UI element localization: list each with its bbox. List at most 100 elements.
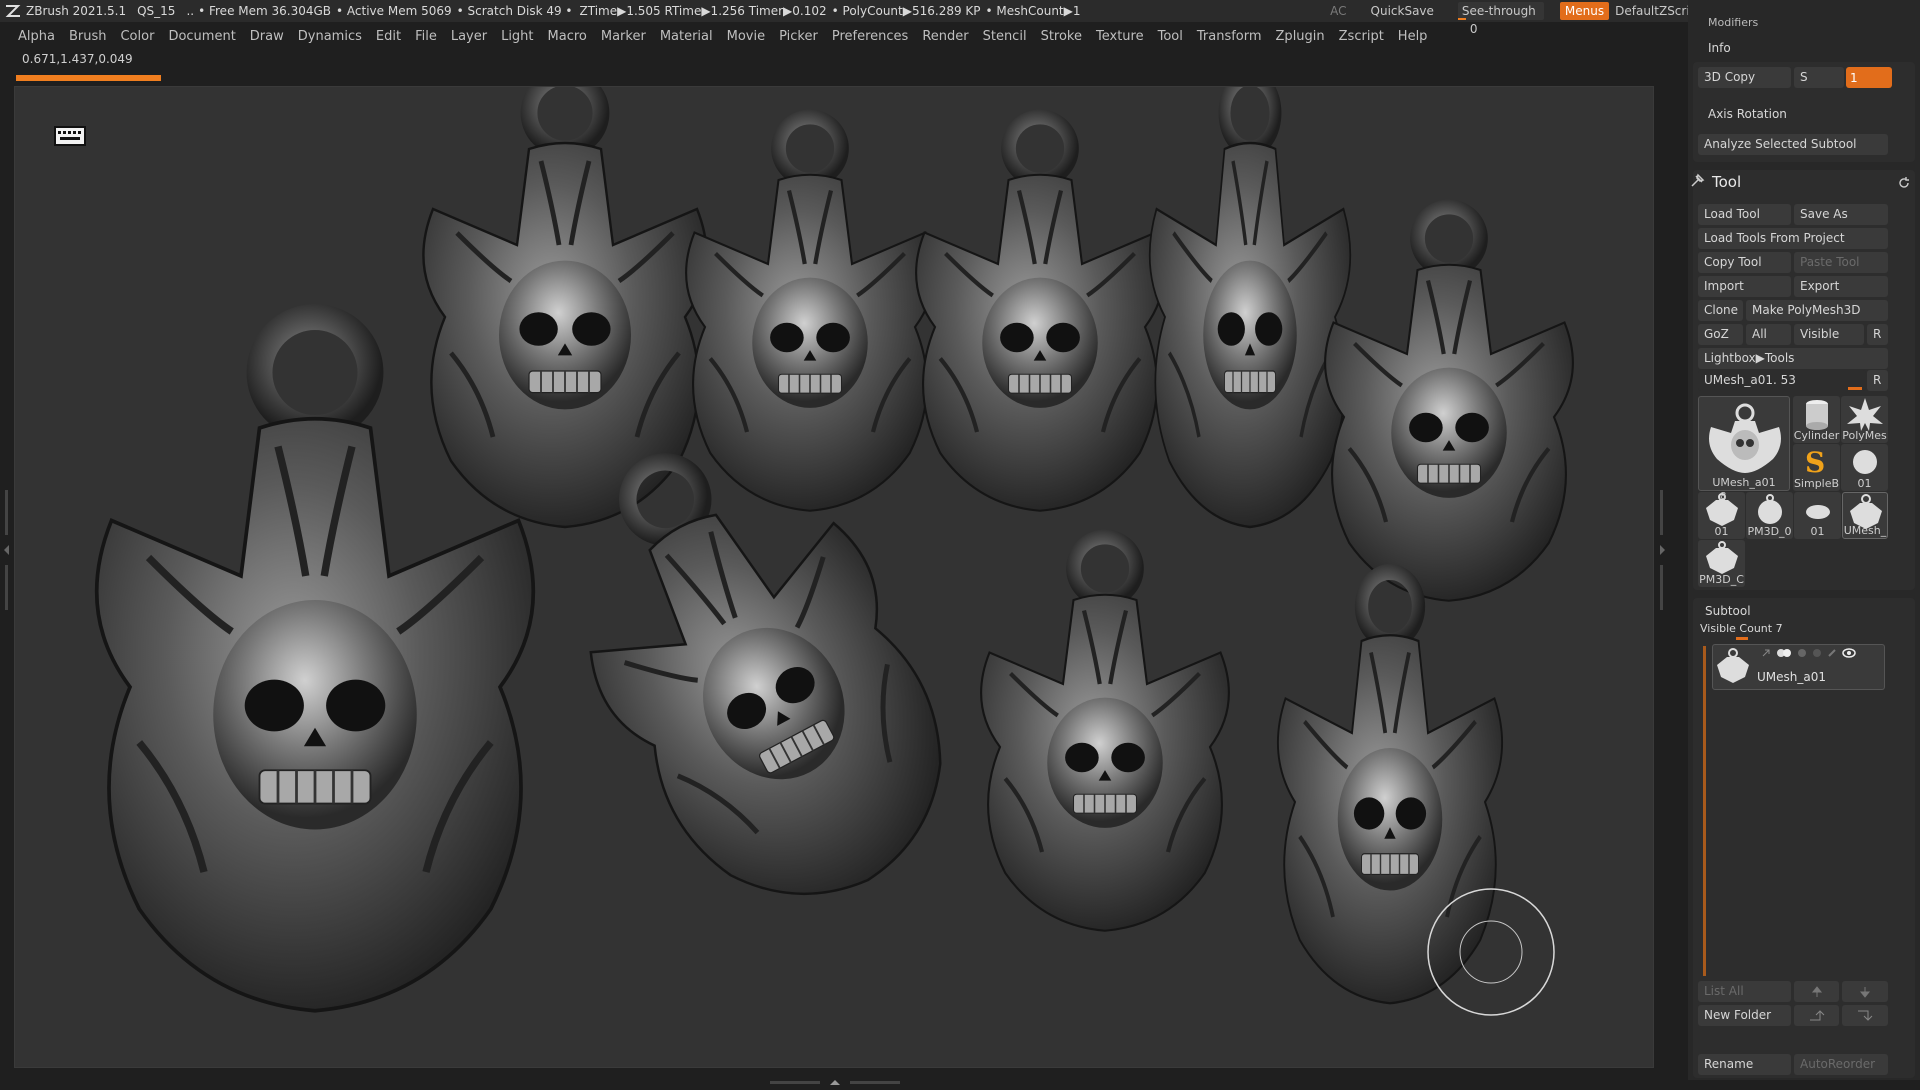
menu-marker[interactable]: Marker (601, 29, 646, 44)
tool-thumb-caption: UMesh_a01 (1712, 476, 1776, 489)
subtool-title[interactable]: Subtool (1705, 604, 1751, 618)
axis-rotation-label[interactable]: Axis Rotation (1708, 107, 1787, 121)
move-down-button[interactable] (1842, 981, 1888, 1002)
move-up-button[interactable] (1794, 981, 1839, 1002)
save-as-button[interactable]: Save As (1794, 204, 1888, 225)
current-tool-slider[interactable]: UMesh_a01. 53 (1698, 370, 1866, 391)
menu-color[interactable]: Color (120, 29, 154, 44)
folder-up-button[interactable] (1794, 1005, 1839, 1026)
lightbox-tools-button[interactable]: Lightbox▶Tools (1698, 348, 1888, 369)
clone-button[interactable]: Clone (1698, 300, 1743, 321)
zbrush-logo-icon (4, 3, 22, 19)
tool-thumb-cylinder[interactable]: Cylinder (1793, 396, 1840, 443)
tool-thumb-umesh[interactable]: UMesh_ (1842, 492, 1888, 539)
paste-tool-button[interactable]: Paste Tool (1794, 252, 1888, 273)
menu-edit[interactable]: Edit (376, 29, 401, 44)
material-toggle-icon[interactable] (1797, 648, 1807, 658)
menu-document[interactable]: Document (168, 29, 235, 44)
goz-all-button[interactable]: All (1746, 324, 1791, 345)
menu-movie[interactable]: Movie (727, 29, 765, 44)
subtool-item[interactable]: UMesh_a01 (1712, 644, 1885, 690)
tool-thumb-01-c[interactable]: 01 (1794, 492, 1841, 539)
tool-thumb-caption: PolyMes (1842, 429, 1887, 442)
menu-render[interactable]: Render (922, 29, 968, 44)
left-tray-handle[interactable] (4, 490, 10, 610)
menu-texture[interactable]: Texture (1096, 29, 1144, 44)
reset-icon[interactable] (1897, 175, 1911, 194)
menu-alpha[interactable]: Alpha (18, 29, 55, 44)
load-tool-button[interactable]: Load Tool (1698, 204, 1791, 225)
pin-icon[interactable] (1689, 173, 1705, 193)
copy-tool-button[interactable]: Copy Tool (1698, 252, 1791, 273)
modifiers-label[interactable]: Modifiers (1708, 16, 1758, 29)
bottom-tray-handle[interactable] (770, 1071, 900, 1085)
solo-toggle-icon[interactable] (1812, 648, 1822, 658)
current-tool-r-button[interactable]: R (1867, 370, 1888, 391)
menu-help[interactable]: Help (1398, 29, 1428, 44)
subtool-item-icons (1761, 648, 1856, 658)
tool-thumb-pm3d-c[interactable]: PM3D_C (1698, 540, 1745, 587)
3d-copy-button[interactable]: 3D Copy (1698, 67, 1791, 88)
keyboard-icon[interactable] (54, 126, 86, 146)
folder-down-button[interactable] (1842, 1005, 1888, 1026)
menu-file[interactable]: File (415, 29, 437, 44)
quicksave-button[interactable]: QuickSave (1371, 4, 1434, 18)
subtool-item-name: UMesh_a01 (1757, 670, 1826, 684)
see-through-fill (1457, 18, 1466, 20)
menu-zplugin[interactable]: Zplugin (1276, 29, 1325, 44)
tool-thumb-pm3d-0[interactable]: PM3D_0 (1746, 492, 1793, 539)
visibility-eye-icon[interactable] (1842, 648, 1856, 658)
tool-thumb-simpleb[interactable]: S SimpleB (1793, 444, 1840, 491)
goz-r-button[interactable]: R (1867, 324, 1888, 345)
menu-stroke[interactable]: Stroke (1041, 29, 1082, 44)
tool-thumb-polymesh[interactable]: PolyMes (1841, 396, 1888, 443)
goz-visible-button[interactable]: Visible (1794, 324, 1864, 345)
menu-material[interactable]: Material (660, 29, 713, 44)
menu-brush[interactable]: Brush (69, 29, 107, 44)
pendant-bottom-2 (981, 537, 1229, 931)
visible-count-slider[interactable]: Visible Count 7 (1700, 622, 1783, 635)
menu-dynamics[interactable]: Dynamics (298, 29, 362, 44)
make-polymesh-button[interactable]: Make PolyMesh3D (1746, 300, 1888, 321)
menu-zscript[interactable]: Zscript (1339, 29, 1384, 44)
menu-preferences[interactable]: Preferences (832, 29, 908, 44)
see-through-slider[interactable]: See-through 0 (1457, 2, 1544, 36)
import-button[interactable]: Import (1698, 276, 1791, 297)
menu-transform[interactable]: Transform (1197, 29, 1262, 44)
load-from-project-button[interactable]: Load Tools From Project (1698, 228, 1888, 249)
arrow-icon[interactable] (1761, 648, 1771, 658)
rename-button[interactable]: Rename (1698, 1054, 1791, 1075)
s-slider[interactable]: S (1794, 67, 1844, 88)
polypaint-toggle-icon[interactable] (1776, 648, 1792, 658)
tool-thumb-01-b[interactable]: 01 8 (1698, 492, 1745, 539)
tool-thumb-caption: 01 (1857, 477, 1872, 490)
menu-tool[interactable]: Tool (1158, 29, 1183, 44)
skull-pendant-icon (1709, 403, 1781, 473)
menus-button[interactable]: Menus (1559, 2, 1610, 20)
subtool-scrollbar[interactable] (1703, 646, 1706, 976)
export-button[interactable]: Export (1794, 276, 1888, 297)
menu-macro[interactable]: Macro (548, 29, 587, 44)
info-label[interactable]: Info (1708, 41, 1731, 55)
document-canvas[interactable] (14, 86, 1654, 1068)
tool-thumb-umesh-a01[interactable]: UMesh_a01 (1698, 396, 1790, 491)
viewport-render (15, 87, 1655, 1069)
menu-light[interactable]: Light (501, 29, 533, 44)
goz-button[interactable]: GoZ (1698, 324, 1743, 345)
list-all-button[interactable]: List All (1698, 981, 1791, 1002)
right-tray-handle[interactable] (1659, 490, 1665, 610)
menu-layer[interactable]: Layer (451, 29, 487, 44)
s-value-field[interactable]: 1 (1846, 67, 1892, 88)
subtool-palette: Subtool Visible Count 7 UMesh_a01 List A… (1693, 598, 1915, 1078)
menu-draw[interactable]: Draw (250, 29, 284, 44)
menu-stencil[interactable]: Stencil (983, 29, 1027, 44)
ac-toggle[interactable]: AC (1330, 4, 1346, 18)
autoreorder-button[interactable]: AutoReorder (1794, 1054, 1888, 1075)
new-folder-button[interactable]: New Folder (1698, 1005, 1791, 1026)
tool-thumb-01-a[interactable]: 01 (1841, 444, 1888, 491)
menu-picker[interactable]: Picker (779, 29, 818, 44)
pm3d-icon (1758, 494, 1782, 524)
tool-palette-title[interactable]: Tool (1712, 173, 1741, 191)
brush-toggle-icon[interactable] (1827, 648, 1837, 658)
analyze-subtool-button[interactable]: Analyze Selected Subtool (1698, 134, 1888, 155)
